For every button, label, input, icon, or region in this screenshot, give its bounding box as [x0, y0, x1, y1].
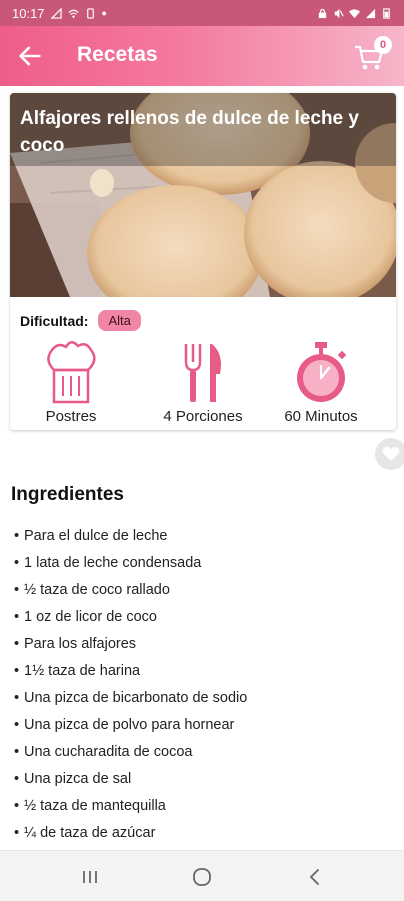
difficulty-row: Dificultad: Alta [20, 310, 141, 331]
lock-icon [317, 8, 328, 19]
mute-icon [333, 8, 344, 19]
list-item: • 1½ taza de harina [14, 663, 141, 679]
page-title: Recetas [77, 43, 158, 66]
time-stat: 60 Minutos [261, 340, 381, 425]
battery-icon [381, 7, 392, 19]
signal-icon [50, 7, 62, 19]
home-button[interactable] [191, 866, 213, 888]
status-time: 10:17 [12, 5, 45, 21]
difficulty-badge: Alta [98, 310, 141, 331]
chevron-left-icon [309, 869, 319, 885]
ingredients-list: • Para el dulce de leche • 1 lata de leche… [14, 523, 247, 847]
list-item: • Una pizca de sal [14, 771, 132, 787]
app-bar: Recetas 0 [0, 26, 404, 86]
list-item: • Para el dulce de leche [14, 528, 168, 544]
list-item: • 1 lata de leche condensada [14, 555, 202, 571]
list-item: • ½ taza de coco rallado [14, 582, 170, 598]
time-label: 60 Minutos [284, 408, 358, 425]
cart-count-badge: 0 [374, 36, 392, 54]
heart-icon [382, 446, 400, 461]
chef-hat-icon [44, 340, 98, 406]
list-item: • Una pizca de polvo para hornear [14, 717, 235, 733]
phone-icon [85, 7, 96, 19]
list-item: • ½ taza de mantequilla [14, 798, 166, 814]
recent-apps-icon [83, 871, 97, 883]
ingredients-heading: Ingredientes [11, 484, 124, 505]
recent-apps-button[interactable] [79, 866, 101, 888]
cart-button[interactable]: 0 [354, 36, 392, 72]
servings-stat: 4 Porciones [143, 340, 263, 425]
back-button[interactable] [16, 42, 44, 70]
favorite-button[interactable] [375, 438, 404, 470]
stopwatch-icon [291, 340, 351, 406]
list-item: • ¼ de taza de azúcar [14, 825, 156, 841]
list-item: • Una cucharadita de cocoa [14, 744, 193, 760]
arrow-left-icon [19, 46, 41, 66]
system-nav-bar [0, 850, 404, 901]
servings-label: 4 Porciones [163, 408, 243, 425]
home-circle-icon [193, 868, 211, 886]
list-item: • Una pizca de bicarbonato de sodio [14, 690, 248, 706]
category-stat: Postres [11, 340, 131, 425]
list-item: • Para los alfajores [14, 636, 137, 652]
category-label: Postres [45, 408, 97, 425]
difficulty-label: Dificultad: [20, 312, 89, 329]
status-bar: 10:17 ● [0, 0, 404, 26]
system-back-button[interactable] [304, 866, 326, 888]
wifi-calling-icon [68, 8, 79, 19]
recipe-card: Alfajores rellenos de dulce de leche y c… [10, 93, 396, 430]
fork-knife-icon [176, 340, 230, 406]
wifi-icon [349, 8, 360, 19]
notification-dot-icon: ● [101, 8, 107, 18]
signal-bars-icon [365, 8, 376, 19]
recipe-title: Alfajores rellenos de dulce de leche y c… [20, 108, 359, 156]
list-item: • 1 oz de licor de coco [14, 609, 157, 625]
